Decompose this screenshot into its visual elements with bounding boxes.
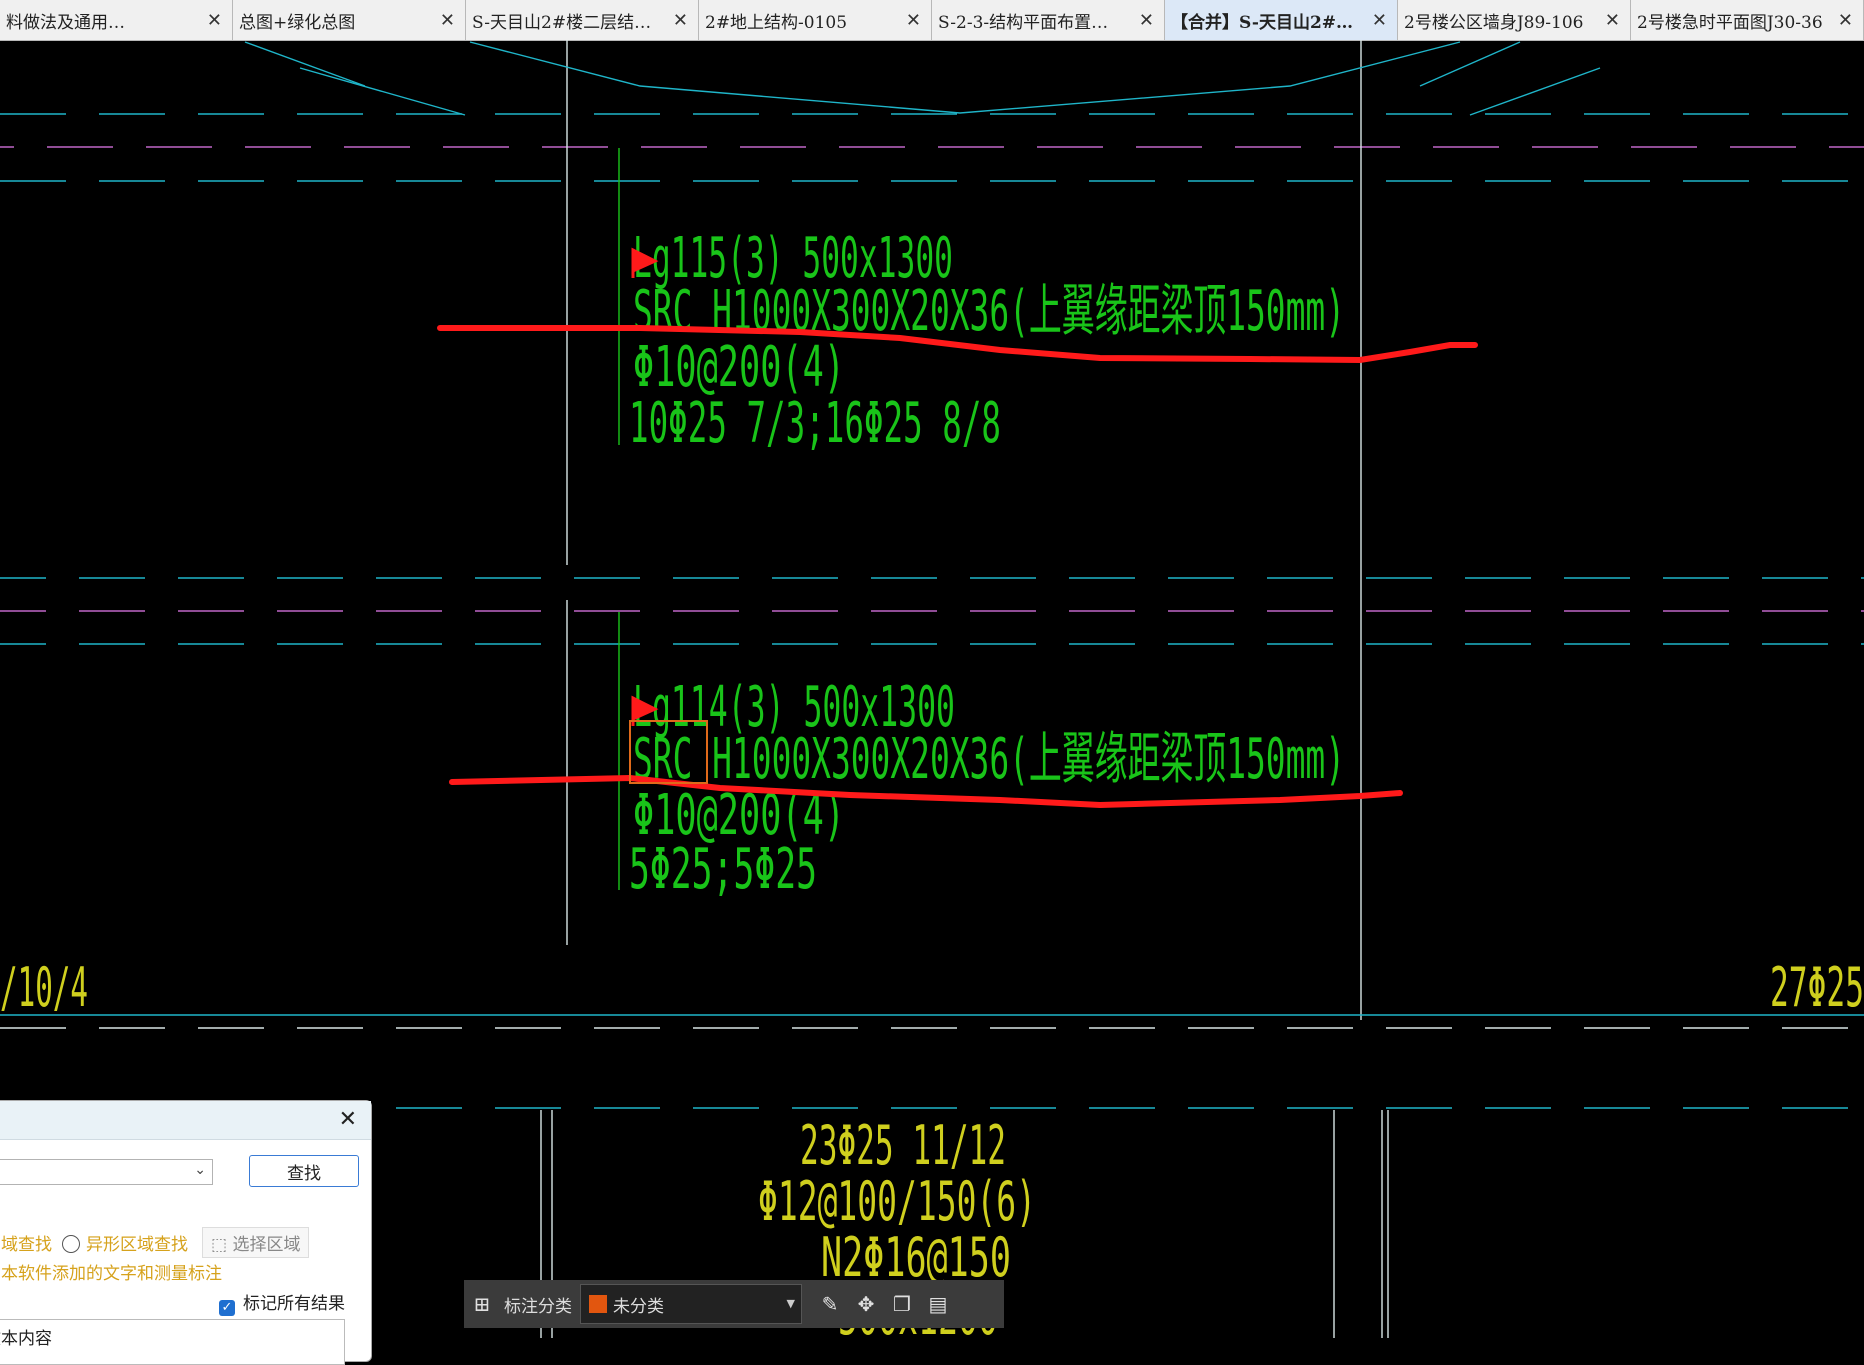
tab-1[interactable]: 总图+绿化总图 ✕: [233, 0, 466, 40]
list-header: 文本内容: [0, 1329, 52, 1349]
tab-label: 2号楼急时平面图J30-36: [1637, 12, 1823, 33]
region-options: 域查找 异形区域查找 ⬚ 选择区域: [1, 1227, 310, 1258]
left-edge-label[interactable]: /10/4: [0, 956, 88, 1019]
find-button[interactable]: 查找: [249, 1155, 359, 1187]
region-find-option[interactable]: 域查找: [1, 1235, 52, 1255]
checkmark-icon: ✓: [219, 1300, 235, 1316]
annot-category-label: 标注分类: [504, 1296, 572, 1317]
paste-icon[interactable]: ▤: [920, 1286, 956, 1322]
select-region-button[interactable]: ⬚ 选择区域: [202, 1227, 310, 1258]
tab-label: 【合并】S-天目山2#…: [1171, 12, 1354, 33]
close-icon[interactable]: ✕: [339, 1107, 357, 1132]
category-color-swatch: [589, 1295, 607, 1313]
tab-close-icon[interactable]: ✕: [440, 10, 455, 31]
tab-4[interactable]: S-2-3-结构平面布置… ✕: [932, 0, 1165, 40]
tab-close-icon[interactable]: ✕: [1372, 10, 1387, 31]
category-selected: 未分类: [613, 1296, 664, 1317]
results-list[interactable]: 文本内容: [0, 1319, 345, 1365]
tab-close-icon[interactable]: ✕: [673, 10, 688, 31]
edit-icon[interactable]: ✎: [812, 1286, 848, 1322]
lower-line1[interactable]: 23Φ25 11/12: [800, 1114, 1006, 1177]
tab-label: 料做法及通用…: [6, 12, 125, 33]
find-text-dialog: ✕ ⌄ 查找 域查找 异形区域查找 ⬚ 选择区域 本软件添加的文字和测量标注 ✓ 标记…: [0, 1100, 372, 1365]
tab-close-icon[interactable]: ✕: [1838, 10, 1853, 31]
tab-label: 2#地上结构-0105: [705, 12, 848, 33]
copy-icon[interactable]: ❐: [884, 1286, 920, 1322]
tab-2[interactable]: S-天目山2#楼二层结… ✕: [466, 0, 699, 40]
tab-label: 2号楼公区墙身J89-106: [1404, 12, 1584, 33]
tab-close-icon[interactable]: ✕: [1605, 10, 1620, 31]
tab-5[interactable]: 【合并】S-天目山2#… ✕: [1165, 0, 1398, 40]
tab-label: S-天目山2#楼二层结…: [472, 12, 652, 33]
scope-note: 本软件添加的文字和测量标注: [1, 1264, 222, 1284]
beam2-line4[interactable]: 5Φ25;5Φ25: [629, 837, 817, 902]
mark-all-label: 标记所有结果: [243, 1294, 345, 1314]
find-scope-dropdown[interactable]: ⌄: [0, 1159, 213, 1185]
right-edge-label[interactable]: 27Φ25: [1770, 956, 1864, 1019]
tab-label: S-2-3-结构平面布置…: [938, 12, 1109, 33]
tab-close-icon[interactable]: ✕: [207, 10, 222, 31]
tab-6[interactable]: 2号楼公区墙身J89-106 ✕: [1398, 0, 1631, 40]
mark-all-checkbox[interactable]: ✓ 标记所有结果: [219, 1289, 345, 1316]
irregular-find-option[interactable]: 异形区域查找: [86, 1235, 188, 1255]
chevron-down-icon: ⌄: [194, 1162, 206, 1178]
annotation-toolbar: ⊞ 标注分类 未分类 ▼ ✎ ✥ ❐ ▤: [464, 1280, 1004, 1328]
dialog-header: ✕: [0, 1101, 371, 1140]
select-region-label: 选择区域: [232, 1235, 301, 1255]
annot-category-select[interactable]: 未分类 ▼: [580, 1284, 802, 1324]
tab-label: 总图+绿化总图: [239, 12, 356, 33]
grid-icon[interactable]: ⊞: [464, 1286, 500, 1322]
tab-7[interactable]: 2号楼急时平面图J30-36 ✕: [1631, 0, 1864, 40]
beam1-line4[interactable]: 10Φ25 7/3;16Φ25 8/8: [629, 391, 1001, 456]
document-tab-bar: 料做法及通用… ✕ 总图+绿化总图 ✕ S-天目山2#楼二层结… ✕ 2#地上结构-0105…: [0, 0, 1864, 41]
tab-close-icon[interactable]: ✕: [1139, 10, 1154, 31]
select-region-icon: ⬚: [211, 1235, 233, 1255]
dropdown-arrow-icon: ▼: [786, 1297, 795, 1310]
lower-line2[interactable]: Φ12@100/150(6): [758, 1170, 1036, 1233]
tab-3[interactable]: 2#地上结构-0105 ✕: [699, 0, 932, 40]
radio-irregular[interactable]: [62, 1235, 80, 1253]
tab-close-icon[interactable]: ✕: [906, 10, 921, 31]
tab-0[interactable]: 料做法及通用… ✕: [0, 0, 233, 40]
move-icon[interactable]: ✥: [848, 1286, 884, 1322]
